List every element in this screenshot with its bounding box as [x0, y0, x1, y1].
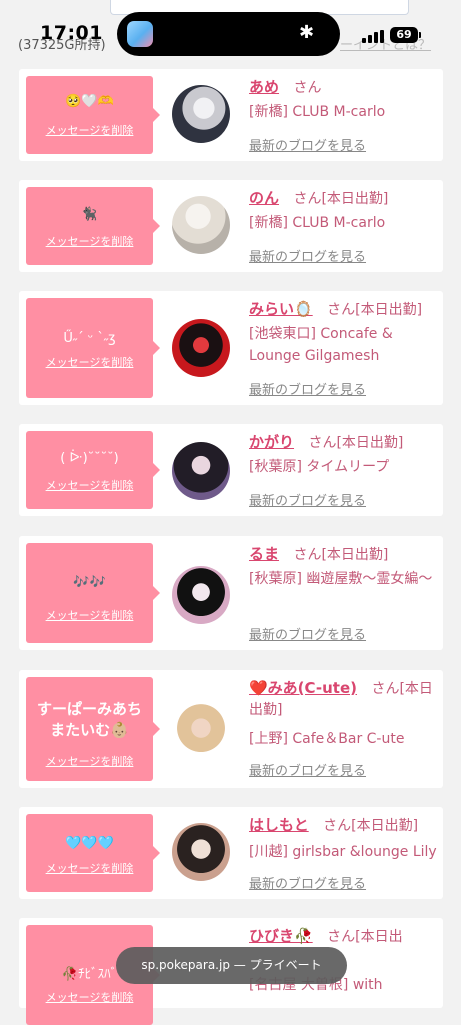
battery-tip	[419, 32, 421, 38]
honorific: さん	[327, 302, 356, 318]
cast-name-link[interactable]: みらい🪞	[249, 300, 313, 318]
app-icon	[127, 21, 153, 47]
honorific: さん	[293, 191, 322, 207]
name-line: るま さん[本日出勤]	[249, 544, 439, 566]
message-text: 🐈‍⬛	[81, 207, 98, 222]
shop-name: [秋葉原] タイムリープ	[249, 459, 390, 475]
message-bubble: 🩵🩵🩵 メッセージを削除	[26, 814, 160, 892]
shop-name: [川越] girlsbar &lounge Lily	[249, 844, 437, 860]
list-item: ( ᐕ)˘˘˘˘) メッセージを削除 かがり さん[本日出勤] [秋葉原] タイ…	[19, 424, 443, 516]
cast-name-link[interactable]: かがり	[249, 433, 294, 451]
message-bubble: Ű˶ˊ ᵕ ˋ˶ʒ メッセージを削除	[26, 298, 160, 398]
avatar[interactable]	[172, 566, 230, 624]
message-text: ( ᐕ)˘˘˘˘)	[60, 451, 119, 466]
shop-name: [池袋東口] Concafe & Lounge Gilgamesh	[249, 326, 393, 364]
delete-message-link[interactable]: メッセージを削除	[26, 233, 153, 249]
message-bubble: 🐈‍⬛ メッセージを削除	[26, 187, 160, 265]
signal-icon	[362, 30, 384, 43]
avatar[interactable]	[172, 442, 230, 500]
list-item: Ű˶ˊ ᵕ ˋ˶ʒ メッセージを削除 みらい🪞 さん[本日出勤] [池袋東口] …	[19, 291, 443, 405]
cast-name-link[interactable]: はしもと	[249, 816, 309, 834]
list-item: 🥺🤍🫶 メッセージを削除 あめ さん [新橋] CLUB M-carlo 最新の…	[19, 69, 443, 161]
message-text: Ű˶ˊ ᵕ ˋ˶ʒ	[63, 331, 116, 346]
message-bubble: すーぱーみあちまたいむ👶🏼 メッセージを削除	[26, 677, 160, 781]
battery-icon: 69	[390, 27, 418, 43]
name-line: みらい🪞 さん[本日出勤]	[249, 299, 439, 321]
message-bubble: 🥺🤍🫶 メッセージを削除	[26, 76, 160, 154]
delete-message-link[interactable]: メッセージを削除	[26, 477, 153, 493]
name-line: かがり さん[本日出勤]	[249, 432, 439, 454]
status-bar: (37325G所持) ーイントとは？ 17:01 ✱ 69	[0, 0, 461, 62]
cast-name-link[interactable]: ❤️みあ(C-ute)	[249, 679, 357, 697]
honorific: さん	[293, 547, 322, 563]
url-text: sp.pokepara.jp	[141, 958, 230, 972]
message-bubble: 🎶🎶 メッセージを削除	[26, 543, 160, 643]
honorific: さん	[323, 818, 352, 834]
work-status: [本日出勤]	[321, 547, 389, 563]
work-status: [本日出勤]	[321, 191, 389, 207]
honorific: さん	[293, 80, 322, 96]
avatar[interactable]	[172, 702, 230, 760]
cast-name-link[interactable]: るま	[249, 545, 279, 563]
blog-link[interactable]: 最新のブログを見る	[249, 379, 366, 398]
honorific: さん	[308, 435, 337, 451]
avatar[interactable]	[172, 823, 230, 881]
name-line: ひびき🥀 さん[本日出	[249, 926, 439, 948]
list-item: すーぱーみあちまたいむ👶🏼 メッセージを削除 ❤️みあ(C-ute) さん[本日…	[19, 670, 443, 788]
list-item: 🎶🎶 メッセージを削除 るま さん[本日出勤] [秋葉原] 幽遊屋敷〜霊女編〜 …	[19, 536, 443, 650]
avatar[interactable]	[172, 85, 230, 143]
honorific: さん	[371, 681, 400, 697]
work-status: [本日出勤]	[351, 818, 419, 834]
private-mode-label: — プライベート	[233, 958, 322, 972]
shop-name: [新橋] CLUB M-carlo	[249, 104, 386, 120]
avatar[interactable]	[172, 319, 230, 377]
blog-link[interactable]: 最新のブログを見る	[249, 624, 366, 643]
name-line: あめ さん	[249, 77, 439, 99]
delete-message-link[interactable]: メッセージを削除	[26, 122, 153, 138]
list-item: 🐈‍⬛ メッセージを削除 のん さん[本日出勤] [新橋] CLUB M-car…	[19, 180, 443, 272]
delete-message-link[interactable]: メッセージを削除	[26, 753, 153, 769]
blog-link[interactable]: 最新のブログを見る	[249, 135, 366, 154]
message-text: 🎶🎶	[73, 575, 106, 590]
message-bubble: ( ᐕ)˘˘˘˘) メッセージを削除	[26, 431, 160, 509]
message-text: 🩵🩵🩵	[65, 836, 114, 851]
name-line: のん さん[本日出勤]	[249, 188, 439, 210]
cast-name-link[interactable]: ひびき🥀	[249, 927, 313, 945]
delete-message-link[interactable]: メッセージを削除	[26, 607, 153, 623]
shop-name: [上野] Cafe＆Bar C-ute	[249, 731, 405, 747]
name-line: はしもと さん[本日出勤]	[249, 815, 439, 837]
blog-link[interactable]: 最新のブログを見る	[249, 246, 366, 265]
blog-link[interactable]: 最新のブログを見る	[249, 873, 366, 892]
delete-message-link[interactable]: メッセージを削除	[26, 989, 153, 1005]
clock: 17:01	[40, 22, 103, 44]
honorific: さん	[327, 929, 356, 945]
delete-message-link[interactable]: メッセージを削除	[26, 860, 153, 876]
name-line: ❤️みあ(C-ute) さん[本日出勤]	[249, 678, 439, 721]
cast-name-link[interactable]: あめ	[249, 78, 279, 96]
address-bar[interactable]: sp.pokepara.jp — プライベート	[116, 947, 347, 984]
cast-name-link[interactable]: のん	[249, 189, 279, 207]
shop-name: [新橋] CLUB M-carlo	[249, 215, 386, 231]
message-text: すーぱーみあちまたいむ👶🏼	[36, 700, 142, 739]
list-item: 🩵🩵🩵 メッセージを削除 はしもと さん[本日出勤] [川越] girlsbar…	[19, 807, 443, 899]
message-text: 🥺🤍🫶	[65, 94, 114, 109]
work-status: [本日出勤]	[336, 435, 404, 451]
blog-link[interactable]: 最新のブログを見る	[249, 490, 366, 509]
bluetooth-icon: ✱	[299, 22, 315, 43]
blog-link[interactable]: 最新のブログを見る	[249, 760, 366, 779]
avatar[interactable]	[172, 196, 230, 254]
shop-name: [秋葉原] 幽遊屋敷〜霊女編〜	[249, 571, 433, 587]
work-status: [本日出勤]	[355, 302, 423, 318]
dynamic-island: ✱	[117, 12, 340, 56]
work-status: [本日出	[355, 929, 403, 945]
delete-message-link[interactable]: メッセージを削除	[26, 354, 153, 370]
